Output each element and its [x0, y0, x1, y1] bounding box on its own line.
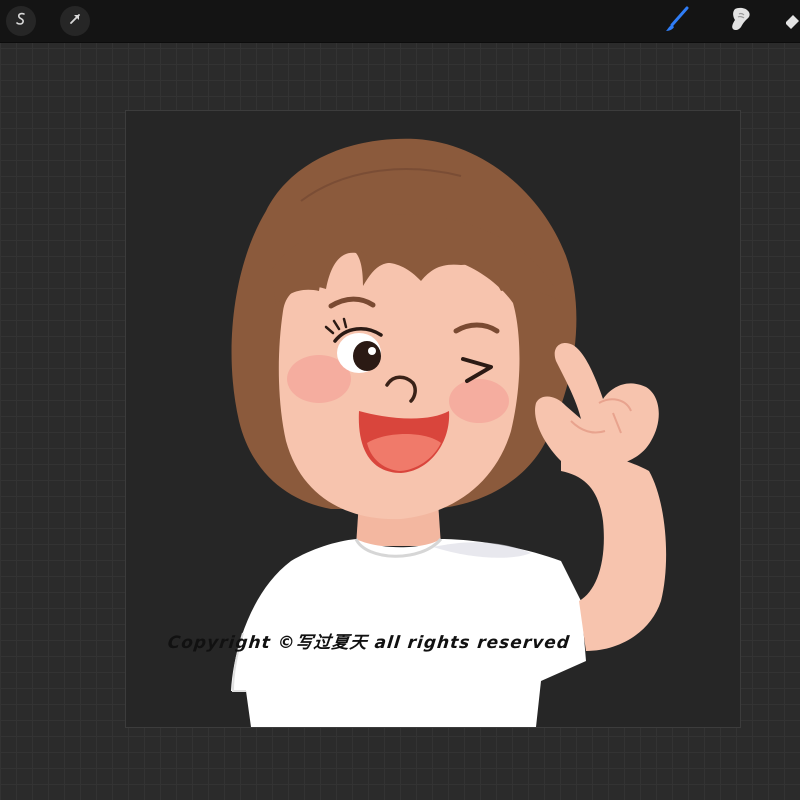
top-toolbar: [0, 0, 800, 43]
smudge-icon: [727, 5, 755, 37]
eraser-button[interactable]: [786, 6, 800, 36]
selection-button[interactable]: [60, 6, 90, 36]
selection-arrow-icon: [67, 11, 83, 31]
adjustments-icon: [13, 11, 29, 31]
brush-button[interactable]: [662, 6, 692, 36]
smudge-button[interactable]: [726, 6, 756, 36]
eraser-icon: [786, 6, 800, 36]
drawing-canvas[interactable]: [125, 110, 741, 728]
brush-icon: [663, 5, 691, 37]
artwork-girl-peace-sign: [231, 138, 667, 727]
adjustments-button[interactable]: [6, 6, 36, 36]
app-window: Copyright ©写过夏天 all rights reserved: [0, 0, 800, 800]
shirt: [231, 539, 586, 727]
right-cheek: [449, 379, 509, 423]
